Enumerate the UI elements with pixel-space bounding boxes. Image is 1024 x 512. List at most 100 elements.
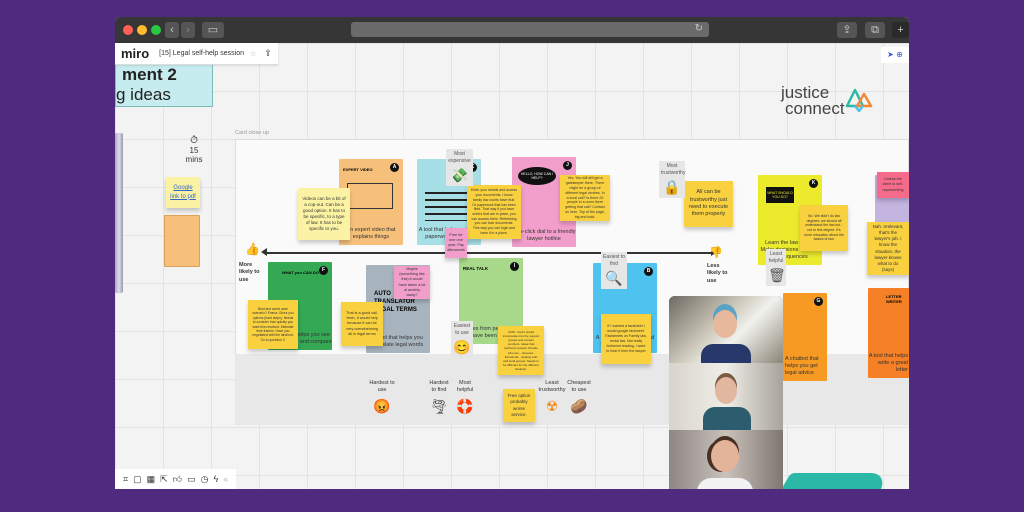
game-screen: WHAT SHOULD YOU DO? (766, 187, 794, 203)
tag-least-helpful[interactable]: Least helpful 🗑 (766, 249, 786, 287)
tag-label: Least helpful (768, 251, 784, 264)
more-icon[interactable]: « (223, 474, 228, 484)
card-title: LETTER WRITER (886, 294, 902, 304)
reload-icon[interactable]: ↻ (695, 23, 703, 34)
lock-icon: 🔒 (663, 179, 681, 195)
card-badge: K (809, 179, 818, 188)
legend-most-helpful: Most helpful 🛟 (453, 380, 477, 416)
video-participant-2[interactable] (669, 363, 783, 430)
heading-line-1: ment 2 (122, 65, 177, 84)
google-link-sticky[interactable]: Google link to pdf (166, 177, 200, 208)
teal-brush-decoration (779, 473, 891, 489)
money-icon: 💸 (450, 167, 469, 183)
card-badge: I (510, 262, 519, 271)
form-illustration (425, 187, 473, 221)
browser-window: ‹ › ▭ ↻ ⇪ ⧉ + ment 2 g ideas miro [15] L… (115, 17, 909, 489)
tag-label: Easiest to use (453, 323, 471, 336)
potato-icon: 🥔 (570, 397, 588, 414)
sticky-note[interactable]: That is a good call. Yeah, it would help… (341, 302, 383, 346)
sticky-note[interactable]: Ahhh. Yeah I would incorporate into the … (498, 326, 544, 375)
grid-icon[interactable]: ▦ (147, 474, 156, 485)
sticky-note[interactable]: Yes. You will still get a gatekeeper the… (560, 175, 610, 221)
more-likely-label: More likely to use (239, 262, 260, 283)
sticky-note[interactable]: Enter your details and access your docum… (467, 185, 521, 239)
angry-face-icon: 😡 (373, 397, 391, 414)
close-window-button[interactable] (123, 25, 133, 35)
less-likely-label: Less likely to use (707, 263, 728, 284)
tag-label: Most expensive (448, 151, 471, 164)
cursor-tools[interactable]: ➤ ⊕ (881, 47, 909, 63)
arrow-left-icon (261, 248, 267, 256)
share-screen-icon[interactable]: ⇱ (160, 474, 168, 485)
sticky-note[interactable]: Free for one one year. Pay afterwards (445, 228, 467, 258)
tag-most-expensive[interactable]: Most expensive 💸 (446, 149, 473, 187)
video-participant-1[interactable] (669, 296, 783, 363)
pillar-image (115, 133, 123, 293)
comment-icon[interactable]: ▢ (133, 474, 142, 485)
legend-cheapest-to-use: Cheapest to use 🥔 (566, 380, 592, 416)
frames-icon[interactable]: ⌗ (123, 474, 128, 485)
tornado-icon: 🌪 (430, 397, 448, 414)
legend-hardest-to-find: Hardest to find 🌪 (427, 380, 451, 416)
timer-icon[interactable]: ◷ (201, 474, 209, 485)
legend-label: Cheapest to use (567, 380, 591, 394)
timer-unit: mins (185, 155, 203, 164)
maximize-window-button[interactable] (151, 25, 161, 35)
tag-easiest-to-find[interactable]: Easiest to find 🔍 (601, 252, 627, 290)
participant-face (715, 377, 737, 404)
sticky-note[interactable]: All can be trustworthy just need to exec… (684, 181, 733, 227)
sticky-note[interactable]: Nah. Irrelevant, that's the lawyer's job… (867, 222, 909, 275)
tabs-overview-button[interactable]: ⧉ (865, 22, 885, 38)
sticky-note[interactable]: If I wanted a factsheet I would google f… (601, 314, 651, 364)
new-tab-button[interactable]: + (892, 22, 909, 38)
sticky-note[interactable]: Free option probably worse service. (503, 389, 535, 422)
card-badge: J (563, 161, 572, 170)
card-title: REAL TALK (463, 266, 489, 271)
miro-bottom-toolbar: ⌗ ▢ ▦ ⇱ 👍︎ ▭ ◷ ϟ « (115, 469, 237, 489)
card-letter-writer[interactable]: LETTER WRITER A tool that helps write a … (868, 288, 909, 378)
address-bar[interactable]: ↻ (351, 22, 709, 37)
card-chatbot[interactable]: G A chatbot that helps you get legal adv… (783, 293, 827, 381)
card-badge: B (644, 267, 653, 276)
clock-icon: ⏱ (190, 135, 198, 146)
legend-least-trustworthy: Least trustworthy ☢ (535, 380, 569, 416)
trash-icon: 🗑 (768, 267, 786, 283)
triangles-icon (845, 88, 873, 112)
radioactive-icon: ☢ (545, 397, 559, 414)
video-call-panel[interactable] (669, 296, 783, 489)
expert-video-card-thumbnail[interactable] (164, 215, 200, 267)
miro-board-canvas[interactable]: ment 2 g ideas miro [15] Legal self-help… (115, 43, 909, 489)
activity-heading-frame: ment 2 g ideas (115, 63, 213, 107)
legend-hardest-to-use: Hardest to use 😡 (369, 380, 395, 416)
export-icon[interactable]: ⇪ (264, 48, 272, 59)
video-icon[interactable]: ▭ (187, 474, 196, 485)
minimize-window-button[interactable] (137, 25, 147, 35)
participant-body (697, 478, 753, 489)
card-caption: A tool that helps write a great letter (868, 352, 908, 373)
card-badge: F (319, 266, 328, 275)
thumbs-up-icon: 👍 (245, 242, 260, 256)
share-button[interactable]: ⇪ (837, 22, 857, 38)
google-link[interactable]: Google link to pdf (170, 184, 196, 200)
sticky-note[interactable]: No. We didn't do law degrees, we should … (800, 205, 848, 251)
like-icon[interactable]: 👍︎ (173, 474, 182, 485)
tag-easiest-to-use[interactable]: Easiest to use 😊 (451, 321, 473, 359)
sticky-note[interactable]: Videos can be a bit of a cop-out. Can be… (298, 188, 350, 240)
bolt-icon[interactable]: ϟ (213, 474, 218, 484)
tag-label: Most trustworthy (661, 163, 686, 176)
tag-most-trustworthy[interactable]: Most trustworthy 🔒 (659, 161, 686, 199)
board-title[interactable]: [15] Legal self-help session (159, 50, 244, 57)
participant-face (713, 310, 737, 338)
sticky-note[interactable]: Unless the client is self-representing (877, 172, 909, 198)
forward-button[interactable]: › (181, 22, 195, 38)
video-participant-3[interactable] (669, 430, 783, 489)
star-icon[interactable]: ☆ (250, 50, 256, 58)
card-title: WHAT you CAN DO (282, 270, 319, 275)
sticky-note[interactable]: Maybe (something like this) it would hav… (394, 266, 430, 299)
timer: ⏱ 15 mins (181, 135, 207, 164)
sidebar-toggle-button[interactable]: ▭ (202, 22, 224, 38)
participant-body (703, 407, 751, 430)
back-button[interactable]: ‹ (165, 22, 179, 38)
sticky-note[interactable]: Best and worst case scenario? Emma: Give… (248, 300, 298, 349)
miro-logo[interactable]: miro (121, 46, 149, 61)
